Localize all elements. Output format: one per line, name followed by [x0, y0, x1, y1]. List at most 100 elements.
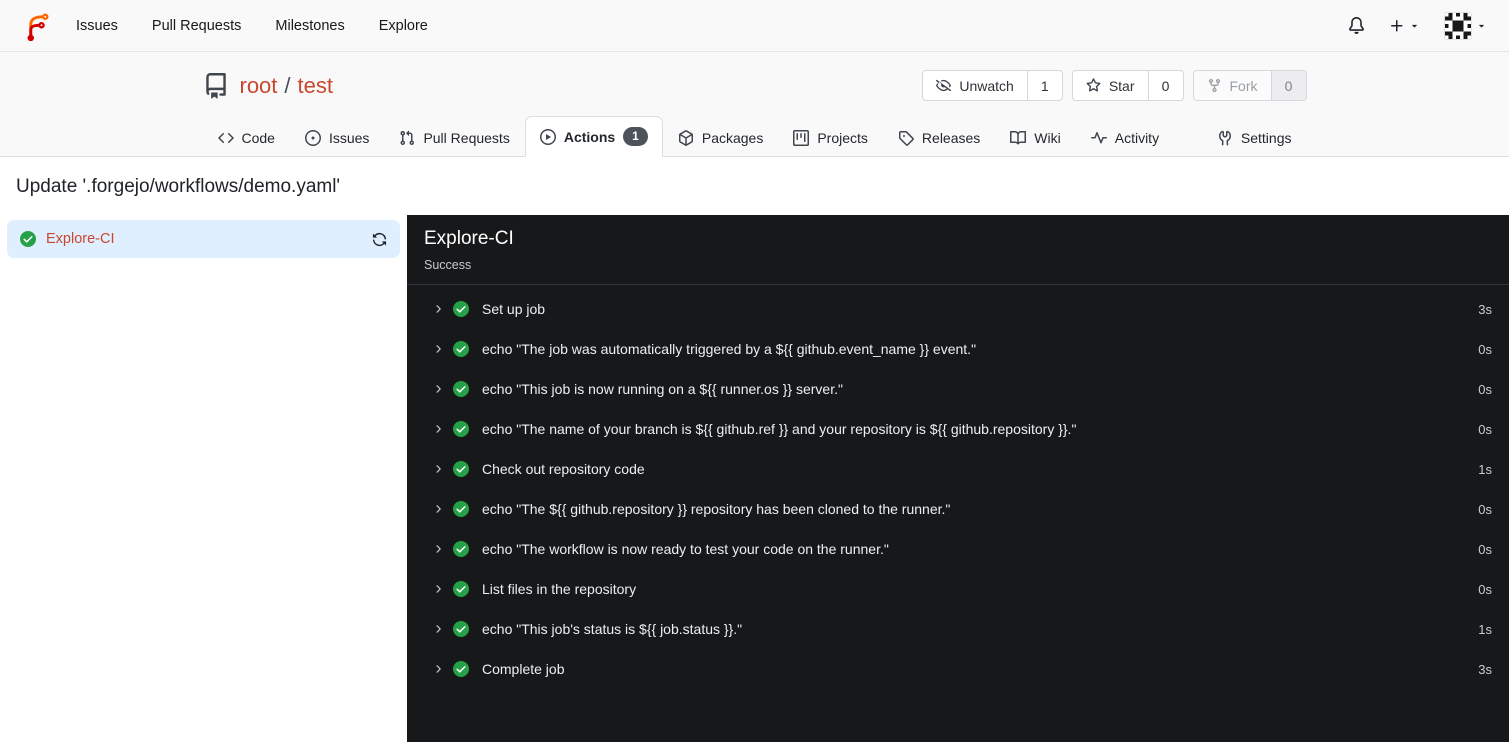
fork-button: Fork	[1194, 71, 1271, 100]
actions-count-badge: 1	[623, 127, 648, 146]
repository-icon	[203, 72, 229, 99]
step-row[interactable]: echo "This job's status is ${{ job.statu…	[407, 609, 1509, 649]
step-name: echo "This job is now running on a ${{ r…	[482, 381, 843, 397]
page-title: Update '.forgejo/workflows/demo.yaml'	[16, 176, 341, 197]
chevron-right-icon[interactable]	[432, 583, 444, 595]
success-check-icon	[453, 341, 469, 357]
navbar-links: Issues Pull Requests Milestones Explore	[76, 18, 428, 34]
tools-icon	[1218, 130, 1231, 146]
tab-label: Projects	[817, 130, 868, 146]
star-label: Star	[1108, 77, 1135, 94]
git-pull-request-icon	[400, 130, 415, 146]
chevron-right-icon[interactable]	[432, 303, 444, 315]
fork-button-group: Fork 0	[1192, 70, 1307, 101]
tab-label: Actions	[563, 128, 616, 145]
unwatch-button-group: Unwatch 1	[922, 70, 1063, 101]
tab-activity[interactable]: Activity	[1076, 119, 1174, 157]
job-item-explore-ci[interactable]: Explore-CI	[7, 220, 400, 258]
repo-tabs: Code Issues Pull Requests Actions 1 Pack…	[203, 116, 1307, 157]
git-fork-icon	[1208, 78, 1220, 93]
step-name: echo "This job's status is ${{ job.statu…	[482, 621, 743, 637]
jobs-sidebar: Explore-CI	[0, 215, 407, 742]
step-name: echo "The job was automatically triggere…	[482, 341, 977, 357]
repo-separator: /	[284, 72, 291, 98]
repo-owner-link[interactable]: root	[240, 73, 278, 99]
tab-wiki[interactable]: Wiki	[995, 119, 1075, 157]
create-new-menu-button[interactable]	[1389, 18, 1420, 34]
step-row[interactable]: echo "This job is now running on a ${{ r…	[407, 369, 1509, 409]
tab-pull-requests[interactable]: Pull Requests	[384, 119, 524, 157]
tab-settings[interactable]: Settings	[1202, 119, 1307, 157]
watchers-count[interactable]: 1	[1026, 71, 1062, 100]
chevron-right-icon[interactable]	[432, 343, 444, 355]
package-icon	[678, 130, 693, 146]
step-row[interactable]: Set up job 3s	[407, 289, 1509, 329]
navbar-item-pull-requests[interactable]: Pull Requests	[152, 18, 241, 34]
forgejo-logo-icon[interactable]	[22, 11, 52, 41]
chevron-right-icon[interactable]	[432, 623, 444, 635]
step-name: Complete job	[482, 661, 565, 677]
chevron-right-icon[interactable]	[432, 463, 444, 475]
job-log-panel: Explore-CI Success Set up job 3s echo "T…	[407, 215, 1509, 742]
success-check-icon	[453, 541, 469, 557]
step-name: Set up job	[482, 301, 546, 317]
step-duration: 0s	[1478, 381, 1492, 397]
chevron-right-icon[interactable]	[432, 663, 444, 675]
star-button[interactable]: Star	[1073, 71, 1148, 100]
success-check-icon	[453, 501, 469, 517]
step-duration: 0s	[1478, 341, 1492, 357]
fork-label: Fork	[1229, 77, 1258, 94]
step-duration: 1s	[1478, 621, 1492, 637]
step-duration: 0s	[1478, 501, 1492, 517]
repo-breadcrumb: root / test	[240, 73, 334, 99]
success-check-icon	[453, 421, 469, 437]
tab-label: Activity	[1114, 130, 1160, 146]
unwatch-button[interactable]: Unwatch	[923, 71, 1026, 100]
chevron-right-icon[interactable]	[432, 503, 444, 515]
unwatch-label: Unwatch	[959, 77, 1014, 94]
step-row[interactable]: List files in the repository 0s	[407, 569, 1509, 609]
navbar-item-milestones[interactable]: Milestones	[275, 18, 344, 34]
step-duration: 0s	[1478, 581, 1492, 597]
job-name: Explore-CI	[46, 231, 115, 247]
step-row[interactable]: Check out repository code 1s	[407, 449, 1509, 489]
stars-count[interactable]: 0	[1147, 71, 1183, 100]
avatar-identicon	[1444, 11, 1472, 40]
forks-count: 0	[1270, 71, 1306, 100]
step-row[interactable]: echo "The workflow is now ready to test …	[407, 529, 1509, 569]
steps-list: Set up job 3s echo "The job was automati…	[407, 285, 1509, 689]
tab-label: Wiki	[1034, 130, 1061, 146]
chevron-right-icon[interactable]	[432, 423, 444, 435]
notifications-bell-icon[interactable]	[1348, 17, 1365, 34]
step-duration: 3s	[1478, 301, 1492, 317]
tab-packages[interactable]: Packages	[663, 119, 778, 157]
navbar-item-explore[interactable]: Explore	[379, 18, 428, 34]
code-icon	[217, 132, 234, 144]
tab-code[interactable]: Code	[203, 119, 290, 157]
tag-icon	[898, 131, 914, 146]
rerun-job-icon[interactable]	[372, 232, 387, 247]
step-row[interactable]: echo "The ${{ github.repository }} repos…	[407, 489, 1509, 529]
tab-actions[interactable]: Actions 1	[524, 116, 663, 157]
repo-name-link[interactable]: test	[298, 73, 333, 99]
chevron-right-icon[interactable]	[432, 543, 444, 555]
step-row[interactable]: Complete job 3s	[407, 649, 1509, 689]
tab-issues[interactable]: Issues	[290, 119, 384, 157]
chevron-right-icon[interactable]	[432, 383, 444, 395]
play-icon	[539, 128, 556, 145]
navbar-item-issues[interactable]: Issues	[76, 18, 118, 34]
tab-label: Releases	[921, 130, 981, 146]
step-name: echo "The workflow is now ready to test …	[482, 541, 889, 557]
repo-action-buttons: Unwatch 1 Star 0 Fork 0	[922, 70, 1307, 101]
success-check-icon	[20, 231, 36, 247]
tab-projects[interactable]: Projects	[778, 119, 883, 157]
plus-icon	[1391, 19, 1403, 31]
user-menu-button[interactable]	[1444, 11, 1487, 40]
tab-releases[interactable]: Releases	[883, 119, 995, 157]
tab-label: Packages	[701, 130, 764, 146]
step-row[interactable]: echo "The job was automatically triggere…	[407, 329, 1509, 369]
pulse-icon	[1090, 132, 1107, 144]
star-button-group: Star 0	[1071, 70, 1184, 101]
step-row[interactable]: echo "The name of your branch is ${{ git…	[407, 409, 1509, 449]
tab-label: Issues	[328, 130, 370, 146]
